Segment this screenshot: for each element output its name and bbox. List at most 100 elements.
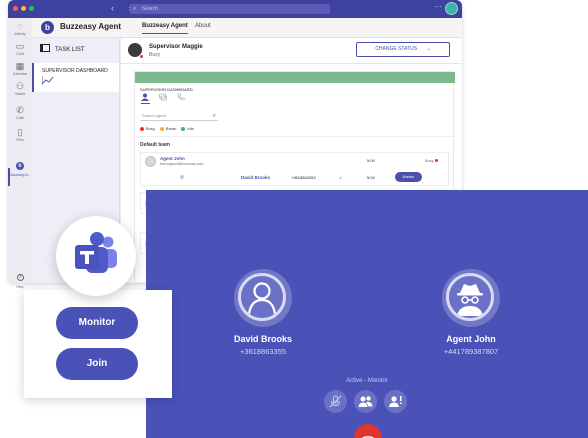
rail-item-label: Activity [14,32,26,36]
barge-button[interactable] [384,390,407,413]
line-chart-icon [41,76,54,87]
team-heading: Default team [140,142,171,148]
dashboard-tabs [141,93,185,103]
supervisor-name: Supervisor Maggie [149,44,203,50]
rail-item-files[interactable]: ▯ Files [8,127,32,143]
rail-item-label: Files [16,138,24,142]
status-bar [135,72,455,83]
buzzeasy-logo-icon: b [41,21,54,34]
person-icon [238,273,286,321]
agent-number: +441789387807 [443,347,499,356]
rail-item-label: Calls [16,116,24,120]
agent-search-placeholder: Search agent [142,113,166,118]
busy-status-dot [434,159,438,162]
person-alert-icon [389,396,402,407]
agent-time: 5:04 [367,158,375,163]
dashboard-title: SUPERVISOR DASHBOARD [140,87,193,92]
mute-button[interactable] [324,390,347,413]
active-tab-underline [141,103,150,104]
tab-buzzeasy-agent[interactable]: Buzzeasy Agent [142,23,188,34]
search-input[interactable]: ⌕ Search [130,4,330,14]
supervisor-dashboard-label: SUPERVISOR DASHBOARD [42,68,108,74]
teams-icon: ⚇ [15,81,25,91]
window-controls [13,6,34,11]
agent-status[interactable]: Busy [425,158,438,163]
rail-item-buzzeasy[interactable]: b Buzzeasy A... [8,154,32,177]
check-icon: ✓ [339,175,343,180]
phone-hangup-icon [361,436,375,438]
rail-item-label: Buzzeasy A... [9,173,31,177]
app-rail: ◌ Activity ▭ Chat ▦ Calendar ⚇ Teams ✆ C… [8,18,32,283]
call-panel: David Brooks +3618863355 Agent John +441… [146,190,588,438]
caller-name: David Brooks [233,334,293,344]
teams-icon [75,232,117,273]
agent-row[interactable]: Agent John bat-support@buzzeasy.com 5:04… [140,152,449,186]
call-time: 5:04 [367,175,375,180]
agent-avatar [145,156,156,167]
task-list-item[interactable]: TASK LIST [40,44,85,53]
monitor-button[interactable]: Monitor [56,307,138,339]
legend-break: Break [160,126,176,131]
calendar-icon: ▦ [15,61,25,71]
legend-idle: Idle [181,126,193,131]
call-status: Active - Monitor [346,378,388,384]
rail-item-label: Teams [14,92,26,96]
tab-agents-icon[interactable] [141,93,149,103]
help-label: Help [16,285,24,289]
transfer-button[interactable] [354,390,377,413]
agent-incognito-icon [446,273,494,321]
tab-phone-icon[interactable] [177,93,185,103]
bell-icon: ◌ [17,21,23,31]
search-icon: ⌕ [212,113,216,119]
task-list-icon [40,44,50,52]
minimize-window-button[interactable] [21,6,26,11]
rail-item-teams[interactable]: ⚇ Teams [8,81,32,97]
people-icon [358,396,373,407]
divider [121,63,462,64]
legend-busy: Busy [140,126,155,131]
monitor-join-card: Monitor Join [24,290,172,398]
task-list-label: TASK LIST [55,47,85,53]
rail-item-calendar[interactable]: ▦ Calendar [8,61,32,77]
buzzeasy-icon: b [16,162,24,170]
agent-name: Agent John [446,334,496,344]
hang-up-button[interactable] [354,424,382,438]
supervisor-state: Busy [149,52,161,58]
phone-icon: ✆ [16,105,24,115]
monitor-button[interactable]: Monitor [395,172,422,182]
rail-item-chat[interactable]: ▭ Chat [8,41,32,57]
app-header: b Buzzeasy Agent Buzzeasy Agent About [32,18,462,38]
caller-name: David Brooks [241,175,271,180]
close-window-button[interactable] [13,6,18,11]
app-name: Buzzeasy Agent [60,22,122,31]
file-icon: ▯ [17,127,23,137]
rail-item-label: Calendar [12,72,28,76]
change-status-label: CHANGE STATUS [375,46,418,52]
agent-search-input[interactable]: Search agent ⌕ [140,111,218,121]
tab-chat-icon[interactable] [159,93,167,103]
avatar[interactable] [445,2,458,15]
caller-number: +3618863355 [239,347,287,356]
phone-icon: ✆ [180,175,185,181]
tab-about[interactable]: About [195,23,211,29]
rail-item-activity[interactable]: ◌ Activity [8,21,32,37]
chat-icon: ▭ [15,41,25,51]
chevron-down-icon: ⌄ [426,46,431,52]
rail-item-calls[interactable]: ✆ Calls [8,105,32,121]
help-item[interactable]: ? Help [8,266,32,289]
mic-off-icon [329,395,342,408]
change-status-button[interactable]: CHANGE STATUS ⌄ [356,42,450,57]
caller-number: +3618863353 [291,175,316,180]
agent-email: bat-support@buzzeasy.com [160,162,204,166]
divider [135,136,455,137]
status-legend: Busy Break Idle [140,126,194,131]
title-bar: ‹ › ⌕ Search ··· [8,0,462,18]
more-options-icon[interactable]: ··· [434,2,442,11]
busy-status-dot [139,54,144,59]
search-icon: ⌕ [133,6,137,12]
maximize-window-button[interactable] [29,6,34,11]
join-button[interactable]: Join [56,348,138,380]
agent-status-label: Busy [425,158,434,163]
agent-name: Agent John [160,156,185,161]
supervisor-dashboard-item[interactable]: SUPERVISOR DASHBOARD [32,63,119,92]
